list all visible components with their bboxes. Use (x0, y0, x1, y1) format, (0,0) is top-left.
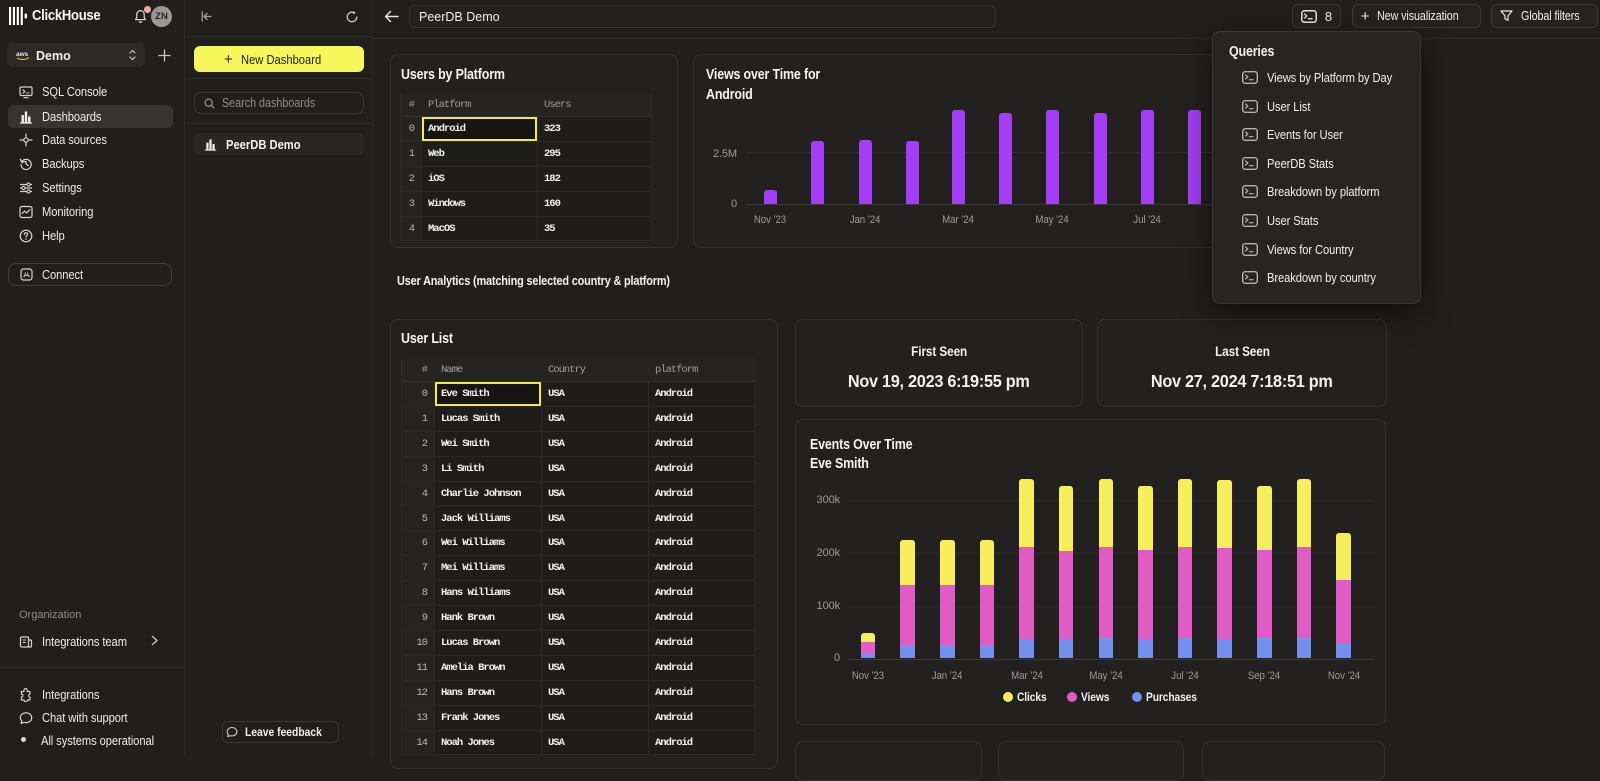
svg-text:aws: aws (16, 51, 29, 58)
